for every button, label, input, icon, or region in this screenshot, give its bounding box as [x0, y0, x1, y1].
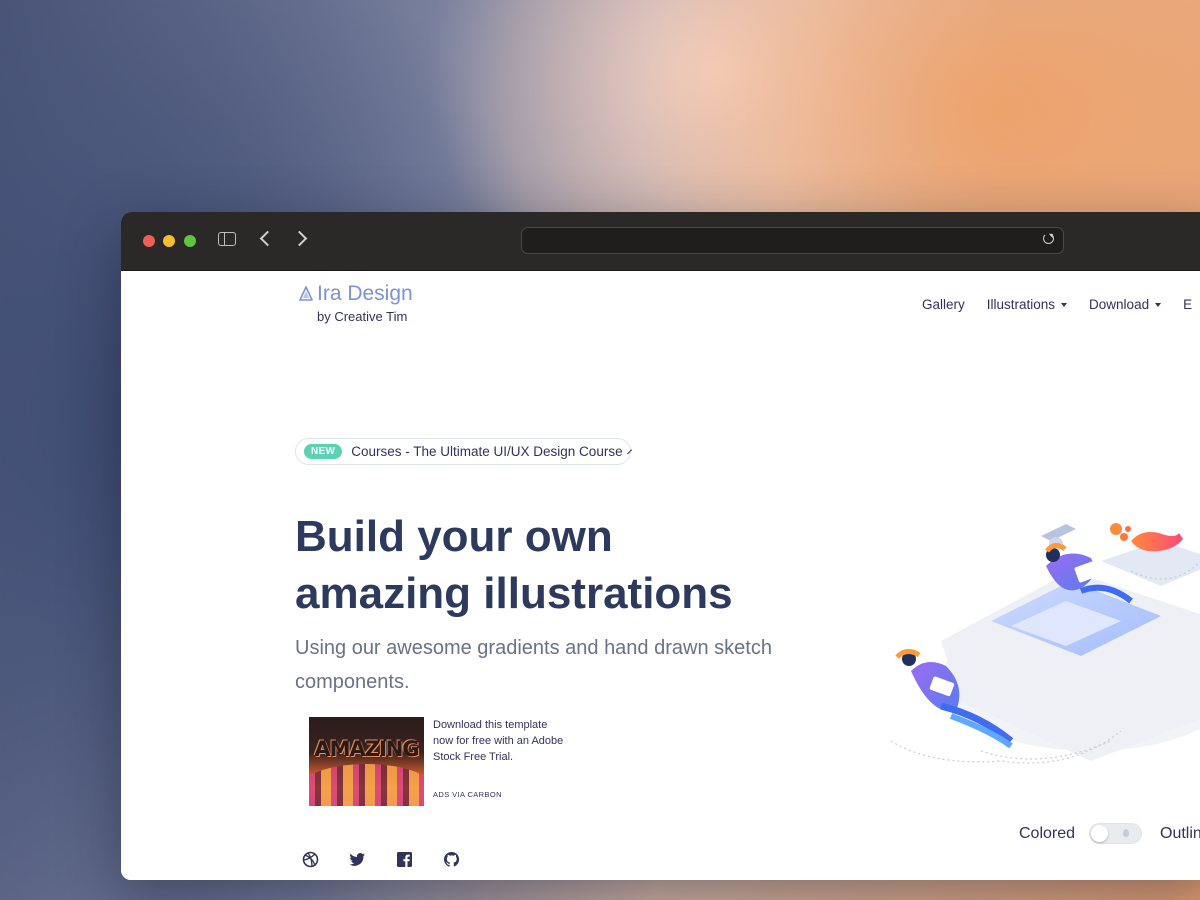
logo-subtitle: by Creative Tim	[317, 309, 408, 324]
hero-headline: Build your own amazing illustrations	[295, 508, 815, 622]
chevron-right-icon	[626, 448, 632, 455]
nav-item-truncated[interactable]: E	[1183, 297, 1192, 312]
back-arrow-icon[interactable]	[259, 230, 276, 247]
caret-down-icon	[1155, 302, 1162, 307]
headline-line-2: amazing illustrations	[295, 569, 733, 618]
ad-image[interactable]: AMAZING	[309, 717, 424, 806]
nav-item-label: Download	[1089, 297, 1150, 312]
forward-arrow-icon[interactable]	[291, 230, 308, 247]
close-window-button[interactable]	[143, 235, 155, 247]
github-icon[interactable]	[443, 851, 460, 868]
maximize-window-button[interactable]	[184, 235, 196, 247]
sidebar-toggle-icon[interactable]	[218, 232, 236, 246]
toggle-label-outline: Outlin	[1160, 825, 1200, 842]
announcement-pill[interactable]: NEW Courses - The Ultimate UI/UX Design …	[295, 438, 632, 465]
nav-item-download[interactable]: Download	[1089, 297, 1162, 312]
web-page: Ira Design by Creative Tim Gallery Illus…	[121, 271, 1200, 880]
toggle-knob	[1091, 825, 1108, 842]
logo-title[interactable]: Ira Design	[317, 282, 413, 306]
browser-toolbar	[121, 212, 1200, 271]
ad-text-link[interactable]: Download this template now for free with…	[433, 717, 568, 765]
nav-item-label: Gallery	[922, 297, 965, 312]
toggle-label-colored: Colored	[1019, 825, 1076, 842]
twitter-icon[interactable]	[349, 851, 366, 868]
announcement-text: Courses - The Ultimate UI/UX Design Cour…	[351, 444, 623, 459]
dribbble-icon[interactable]	[302, 851, 319, 868]
ira-logo-icon	[299, 286, 313, 301]
nav-item-gallery[interactable]: Gallery	[922, 297, 965, 312]
minimize-window-button[interactable]	[163, 235, 175, 247]
caret-down-icon	[1061, 302, 1068, 307]
reload-icon[interactable]	[1043, 233, 1054, 244]
nav-item-label: Illustrations	[986, 297, 1056, 312]
browser-window: Ira Design by Creative Tim Gallery Illus…	[121, 212, 1200, 880]
main-nav: Gallery Illustrations Download E	[922, 297, 1192, 312]
nav-item-illustrations[interactable]: Illustrations	[986, 297, 1068, 312]
headline-line-1: Build your own	[295, 512, 613, 561]
new-badge: NEW	[304, 444, 343, 459]
ads-via-carbon-link[interactable]: ADS VIA CARBON	[433, 790, 502, 799]
droplet-icon	[1123, 829, 1129, 837]
nav-item-label: E	[1183, 297, 1193, 312]
hero-subheadline: Using our awesome gradients and hand dra…	[295, 637, 772, 693]
ad-image-word: AMAZING	[314, 737, 419, 761]
facebook-icon[interactable]	[396, 851, 413, 868]
address-bar[interactable]	[521, 227, 1064, 254]
hero-illustration	[890, 523, 1200, 764]
colored-outline-toggle[interactable]	[1089, 823, 1142, 844]
